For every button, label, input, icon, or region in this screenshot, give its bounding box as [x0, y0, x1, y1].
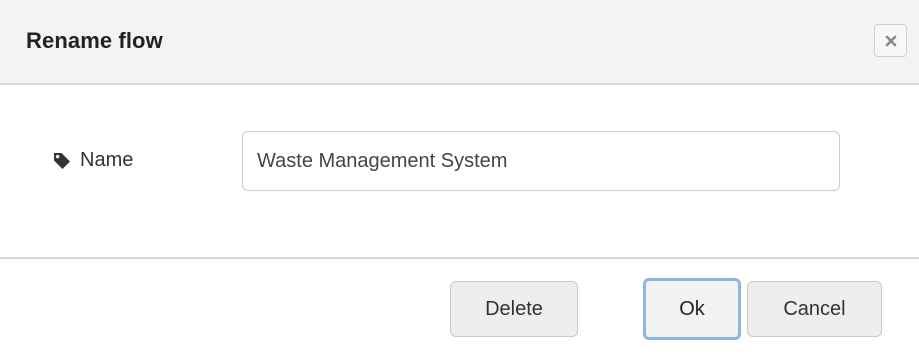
- rename-flow-dialog: Rename flow Name Delete Ok Cancel: [0, 0, 919, 357]
- dialog-title: Rename flow: [26, 28, 163, 53]
- close-icon: [885, 35, 897, 47]
- name-input[interactable]: [242, 131, 840, 191]
- ok-button[interactable]: Ok: [643, 278, 741, 340]
- dialog-body: Name: [0, 85, 919, 257]
- name-field-label: Name: [52, 149, 133, 172]
- delete-button[interactable]: Delete: [450, 281, 578, 337]
- dialog-titlebar: Rename flow: [0, 0, 919, 85]
- tag-icon: [52, 151, 72, 171]
- close-button[interactable]: [874, 24, 907, 57]
- cancel-button[interactable]: Cancel: [747, 281, 882, 337]
- dialog-footer: Delete Ok Cancel: [0, 257, 919, 357]
- name-label-text: Name: [80, 149, 134, 171]
